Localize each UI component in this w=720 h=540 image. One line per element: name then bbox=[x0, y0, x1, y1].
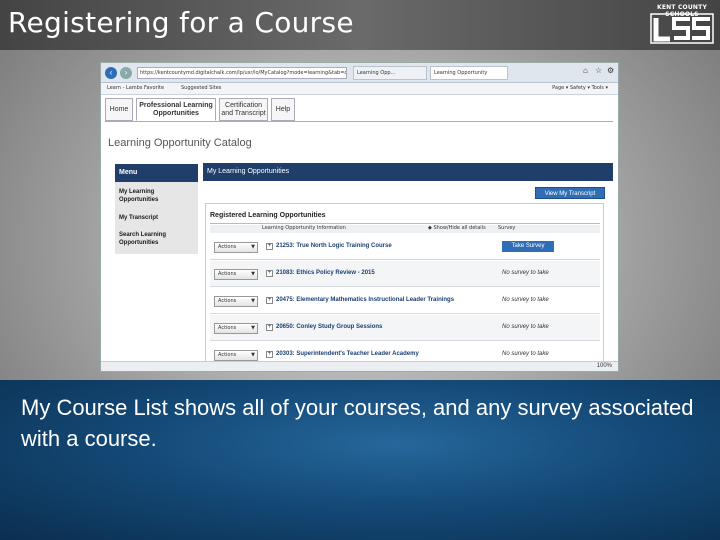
browser-tab-1[interactable]: Learning Opp... bbox=[353, 66, 427, 80]
home-icon[interactable]: ⌂ bbox=[583, 66, 588, 75]
column-header-survey: Survey bbox=[498, 225, 516, 231]
chevron-down-icon: ▼ bbox=[251, 352, 255, 358]
survey-status: No survey to take bbox=[502, 324, 549, 330]
table-row: Actions ▼ + 21083: Ethics Policy Review -… bbox=[210, 261, 600, 287]
panel-divider bbox=[210, 223, 600, 224]
show-hide-label: Show/Hide all details bbox=[433, 225, 486, 231]
sidebar-item-my-transcript[interactable]: My Transcript bbox=[119, 214, 194, 222]
chevron-down-icon: ▼ bbox=[251, 244, 255, 250]
tab-certification-transcript[interactable]: Certification and Transcript bbox=[219, 98, 268, 121]
browser-screenshot: ‹ › https://kentcountymd.digitalchalk.co… bbox=[100, 62, 619, 372]
school-logo: KENT COUNTY SCHOOLS bbox=[650, 4, 714, 44]
show-hide-details-toggle[interactable]: ◆ Show/Hide all details bbox=[428, 225, 486, 231]
course-title[interactable]: 20303: Superintendent's Teacher Leader A… bbox=[276, 351, 419, 357]
page-title: Learning Opportunity Catalog bbox=[108, 137, 252, 149]
actions-label: Actions bbox=[218, 352, 237, 358]
kcs-logo-icon bbox=[650, 13, 714, 44]
actions-dropdown[interactable]: Actions ▼ bbox=[214, 350, 258, 361]
zoom-level[interactable]: 100% bbox=[597, 363, 612, 369]
actions-label: Actions bbox=[218, 271, 237, 277]
favorites-bar: Learn - Lambs Favorite Suggested Sites P… bbox=[101, 83, 618, 95]
title-bar: Registering for a Course KENT COUNTY SCH… bbox=[0, 0, 720, 50]
slide-title: Registering for a Course bbox=[8, 6, 354, 39]
settings-gear-icon[interactable]: ⚙ bbox=[607, 66, 614, 75]
actions-dropdown[interactable]: Actions ▼ bbox=[214, 242, 258, 253]
sidebar-item-search[interactable]: Search Learning Opportunities bbox=[119, 231, 194, 247]
browser-tab-2[interactable]: Learning Opportunity bbox=[430, 66, 508, 80]
chevron-down-icon: ▼ bbox=[251, 298, 255, 304]
tab-help[interactable]: Help bbox=[271, 98, 295, 121]
back-icon[interactable]: ‹ bbox=[105, 67, 117, 79]
favorite-link-2[interactable]: Suggested Sites bbox=[181, 85, 221, 91]
url-field[interactable]: https://kentcountymd.digitalchalk.com/lp… bbox=[137, 67, 347, 79]
expand-icon[interactable]: + bbox=[266, 297, 273, 304]
sidebar-item-my-learning[interactable]: My Learning Opportunities bbox=[119, 188, 194, 204]
course-title[interactable]: 21253: True North Logic Training Course bbox=[276, 243, 392, 249]
favorite-link-1[interactable]: Learn - Lambs Favorite bbox=[107, 85, 164, 91]
table-row: Actions ▼ + 21253: True North Logic Train… bbox=[210, 234, 600, 260]
actions-label: Actions bbox=[218, 244, 237, 250]
survey-status: No survey to take bbox=[502, 297, 549, 303]
registered-panel: Registered Learning Opportunities Learni… bbox=[205, 203, 604, 371]
take-survey-button[interactable]: Take Survey bbox=[502, 241, 554, 252]
browser-status-bar: 100% bbox=[101, 361, 618, 371]
sidebar-menu: My Learning Opportunities My Transcript … bbox=[115, 182, 198, 254]
actions-dropdown[interactable]: Actions ▼ bbox=[214, 323, 258, 334]
expand-icon[interactable]: + bbox=[266, 270, 273, 277]
chevron-down-icon: ▼ bbox=[251, 271, 255, 277]
command-bar[interactable]: Page ▾ Safety ▾ Tools ▾ bbox=[552, 85, 608, 91]
expand-icon[interactable]: + bbox=[266, 351, 273, 358]
slide: Registering for a Course KENT COUNTY SCH… bbox=[0, 0, 720, 540]
favorites-star-icon[interactable]: ☆ bbox=[595, 66, 602, 75]
actions-label: Actions bbox=[218, 325, 237, 331]
tab-home[interactable]: Home bbox=[105, 98, 133, 121]
chevron-down-icon: ▼ bbox=[251, 325, 255, 331]
expand-icon[interactable]: + bbox=[266, 243, 273, 250]
tab-professional-learning[interactable]: Professional Learning Opportunities bbox=[136, 98, 216, 121]
table-row: Actions ▼ + 20650: Conley Study Group Ses… bbox=[210, 315, 600, 341]
course-title[interactable]: 20650: Conley Study Group Sessions bbox=[276, 324, 382, 330]
view-transcript-button[interactable]: View My Transcript bbox=[535, 187, 605, 199]
table-row: Actions ▼ + 20475: Elementary Mathematics… bbox=[210, 288, 600, 314]
survey-status: No survey to take bbox=[502, 270, 549, 276]
forward-icon[interactable]: › bbox=[120, 67, 132, 79]
nav-divider bbox=[105, 121, 613, 122]
actions-dropdown[interactable]: Actions ▼ bbox=[214, 269, 258, 280]
browser-address-bar: ‹ › https://kentcountymd.digitalchalk.co… bbox=[101, 63, 618, 83]
expand-icon[interactable]: + bbox=[266, 324, 273, 331]
course-title[interactable]: 21083: Ethics Policy Review - 2015 bbox=[276, 270, 375, 276]
main-section-header: My Learning Opportunities bbox=[203, 163, 613, 181]
course-title[interactable]: 20475: Elementary Mathematics Instructio… bbox=[276, 297, 454, 303]
column-header-info: Learning Opportunity Information bbox=[262, 225, 346, 231]
survey-status: No survey to take bbox=[502, 351, 549, 357]
panel-title: Registered Learning Opportunities bbox=[210, 212, 326, 219]
slide-caption: My Course List shows all of your courses… bbox=[21, 395, 694, 451]
actions-dropdown[interactable]: Actions ▼ bbox=[214, 296, 258, 307]
menu-header: Menu bbox=[115, 164, 198, 182]
actions-label: Actions bbox=[218, 298, 237, 304]
